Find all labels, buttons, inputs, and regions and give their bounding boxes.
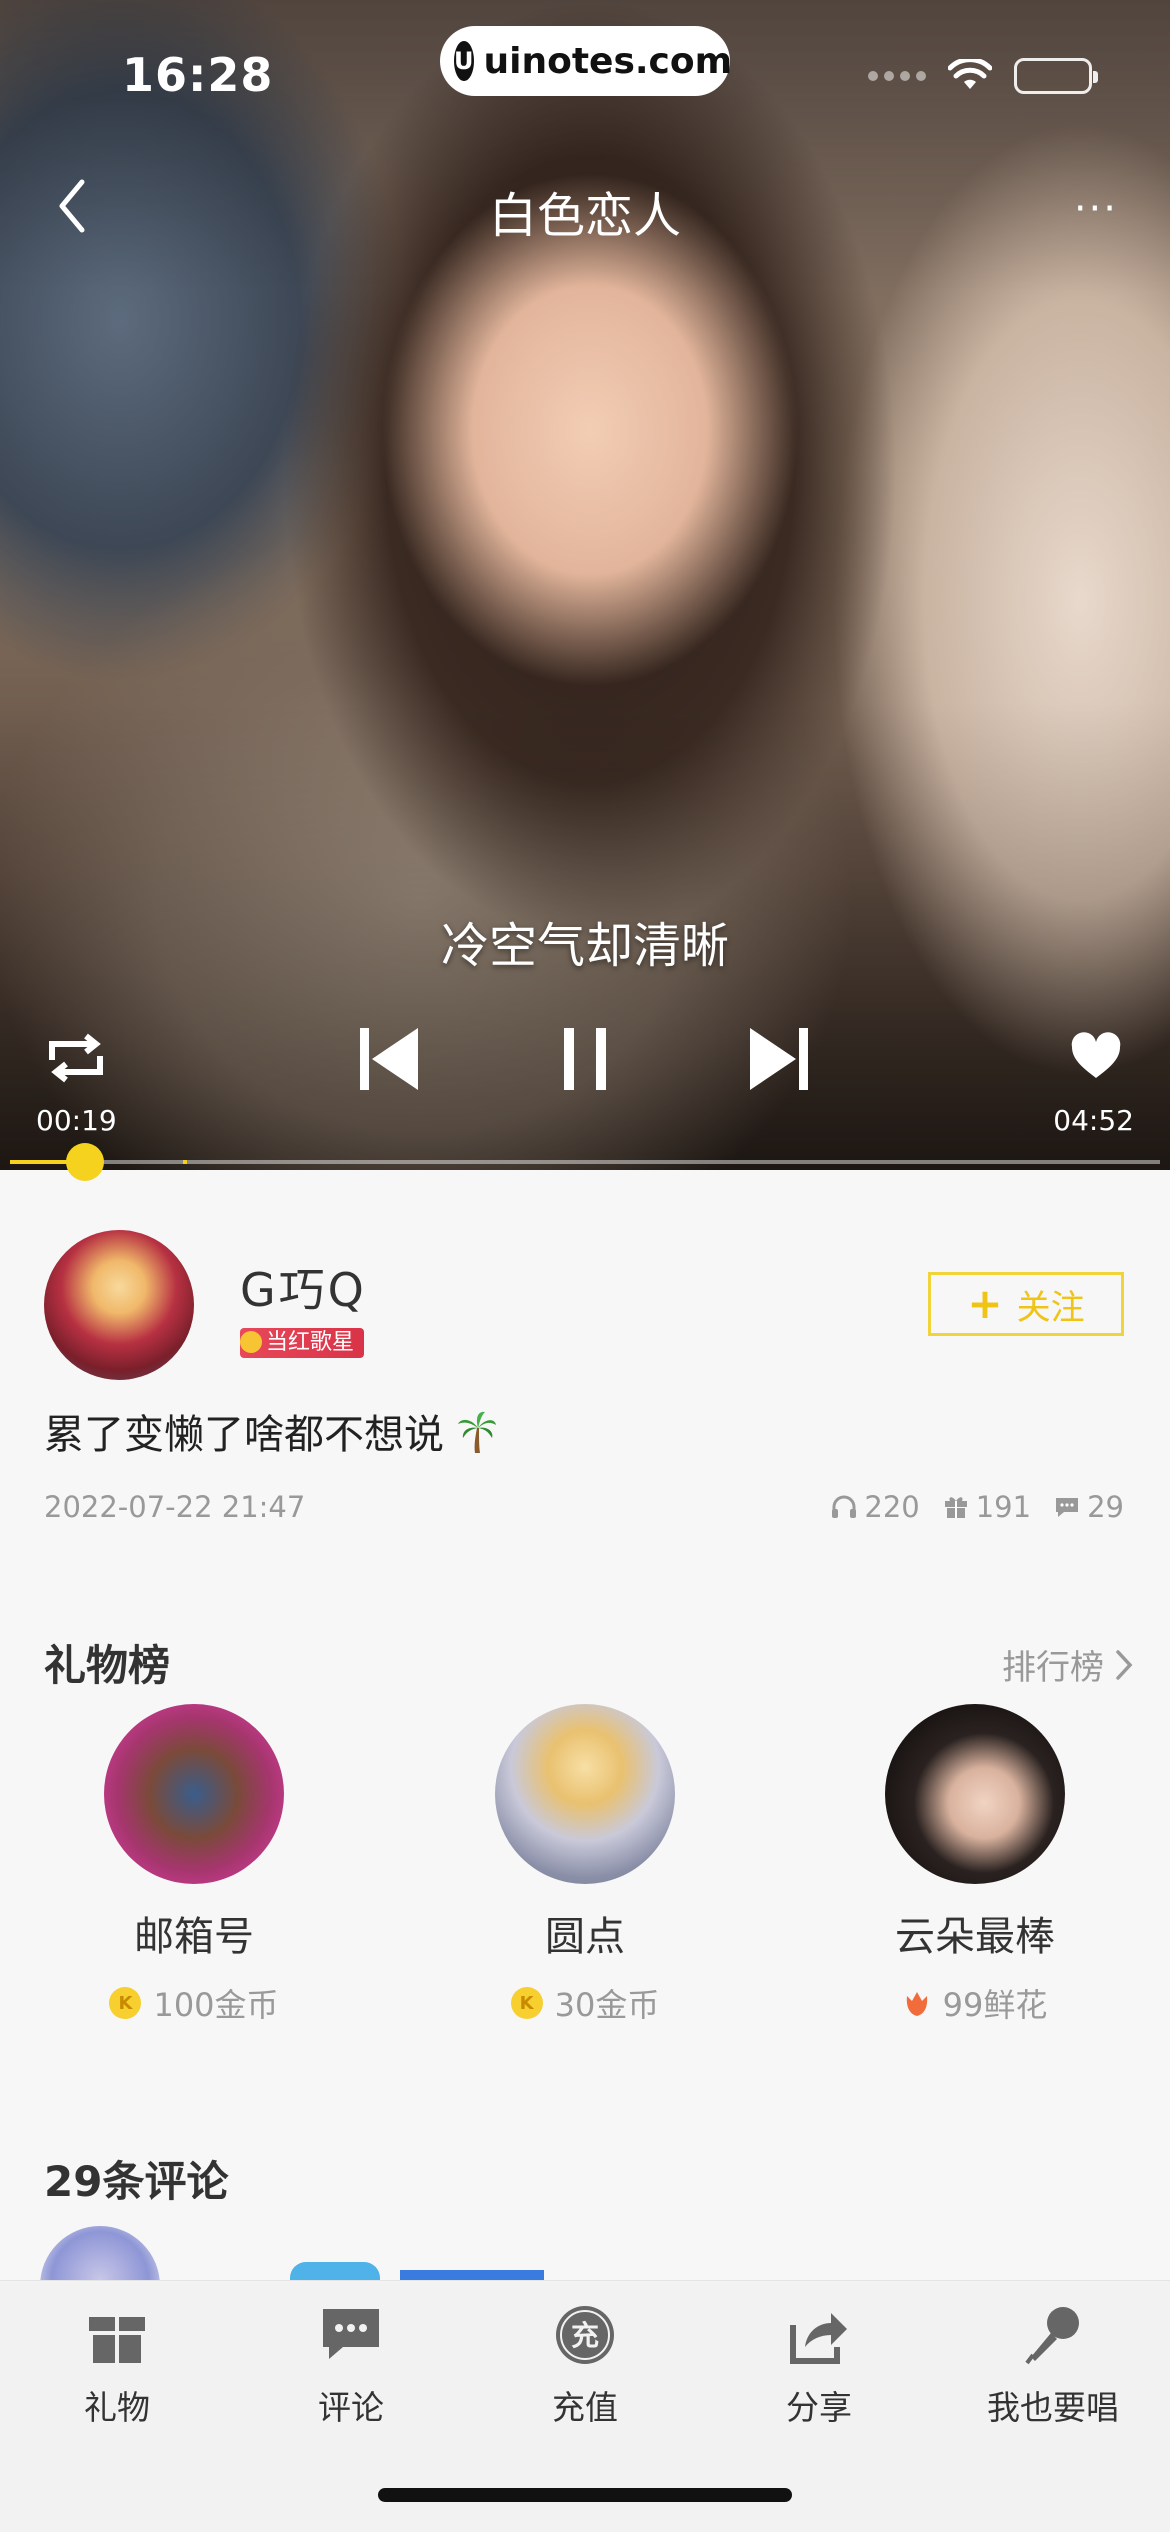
comment-icon [323,2309,379,2359]
gifter-1[interactable]: 邮箱号 K 100金币 [64,1704,324,2026]
ranking-link[interactable]: 排行榜 [1002,1640,1134,1689]
song-title: 白色恋人 [488,188,681,244]
heart-icon[interactable] [1070,1032,1122,1080]
comment-count: 29 [1053,1490,1124,1524]
current-lyric: 冷空气却清晰 [440,918,729,974]
gift-small-icon [944,1497,967,1518]
battery-icon [1014,58,1098,94]
tab-label: 分享 [786,2388,852,2427]
share-icon [790,2313,847,2364]
status-badge: 当红歌星 [240,1328,365,1358]
recharge-glyph: 充 [571,2319,599,2352]
gifter-name: 云朵最棒 [895,1914,1055,1960]
wifi-icon [948,59,992,89]
avatar[interactable] [44,1230,194,1380]
status-time: 16:28 [122,48,274,102]
previous-track-icon[interactable] [358,1024,420,1094]
gift-rank-title: 礼物榜 [44,1641,171,1690]
gifter-name: 邮箱号 [134,1914,254,1960]
buffer-marker [182,1160,187,1164]
follow-label: 关注 [1016,1287,1085,1328]
plus-icon: + [967,1279,1003,1328]
tab-recharge[interactable]: 充 充值 [495,2303,675,2429]
post-description: 累了变懒了啥都不想说 [44,1402,497,1460]
gifter-amount: K 30金币 [455,1980,715,2026]
gifter-name: 圆点 [545,1914,625,1960]
post-date: 2022-07-22 21:47 [44,1490,306,1524]
headphones-icon [832,1495,857,1518]
gifter-amount: 99鲜花 [845,1980,1105,2026]
signal-icon [868,71,926,81]
comment-small-icon [1056,1498,1079,1517]
gifter-amount-value: 99鲜花 [942,1986,1048,2024]
next-track-icon[interactable] [748,1024,810,1094]
microphone-icon [1025,2307,1079,2365]
comment-count-value: 29 [1087,1490,1124,1524]
more-menu-icon[interactable]: ··· [1074,186,1118,232]
progress-bar[interactable] [10,1160,1160,1164]
uinotes-logo-icon: U [454,41,474,81]
gift-count: 191 [942,1490,1031,1524]
follow-button[interactable]: + 关注 [928,1272,1124,1336]
coin-icon: K [510,1987,543,2019]
pause-icon[interactable] [562,1024,608,1094]
gifter-2[interactable]: 圆点 K 30金币 [455,1704,715,2026]
url-pill: U uinotes.com [440,26,733,96]
progress-knob[interactable] [65,1143,104,1181]
tab-share[interactable]: 分享 [729,2303,909,2429]
tab-label: 我也要唱 [987,2388,1119,2427]
chevron-right-icon [1116,1649,1133,1680]
gifter-3[interactable]: 云朵最棒 99鲜花 [845,1704,1105,2026]
gift-count-value: 191 [975,1490,1032,1524]
total-time: 04:52 [1053,1104,1134,1137]
gifter-avatar [885,1704,1065,1884]
comment-avatar[interactable] [40,2226,160,2286]
listen-count-value: 220 [864,1490,920,1524]
gifter-amount-value: 100金币 [153,1986,279,2024]
tab-sing[interactable]: 我也要唱 [963,2303,1143,2429]
loop-mode-icon[interactable] [44,1030,108,1086]
palm-tree-icon [457,1411,496,1453]
ranking-link-label: 排行榜 [1002,1648,1104,1688]
username[interactable]: G巧Q [240,1254,367,1320]
gifter-amount: K 100金币 [64,1980,324,2026]
tab-label: 评论 [318,2388,384,2427]
tab-gift[interactable]: 礼物 [27,2303,207,2429]
status-icons [868,58,1098,94]
post-stats: 220 191 29 [830,1490,1124,1524]
description-text: 累了变懒了啥都不想说 [44,1412,444,1458]
gift-icon [89,2317,145,2363]
home-indicator [378,2488,792,2502]
gifter-avatar [495,1704,675,1884]
tab-label: 礼物 [84,2388,150,2427]
listen-count: 220 [830,1490,920,1524]
gifter-amount-value: 30金币 [554,1986,660,2024]
flower-icon [906,1992,927,2016]
tab-label: 充值 [552,2388,618,2427]
recharge-icon: 充 [556,2306,614,2364]
comments-title: 29条评论 [44,2157,229,2206]
tab-comment[interactable]: 评论 [261,2303,441,2429]
gifter-avatar [104,1704,284,1884]
current-time: 00:19 [36,1104,117,1137]
url-text: uinotes.com [483,40,733,82]
coin-icon: K [109,1987,142,2019]
